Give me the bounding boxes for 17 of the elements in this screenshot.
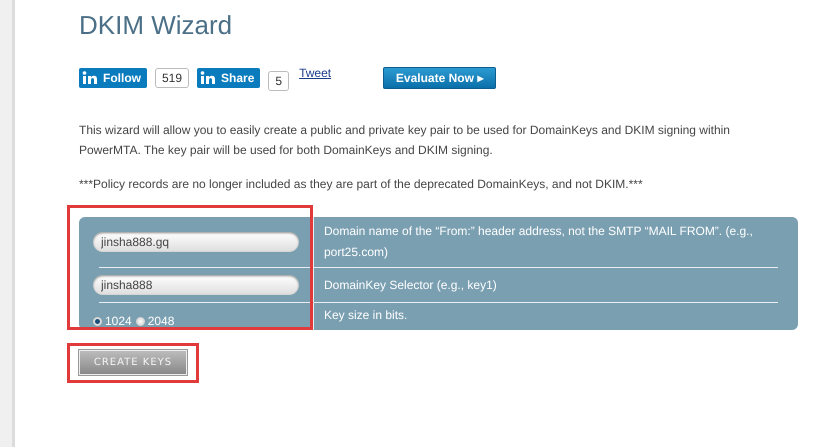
policy-note: ***Policy records are no longer included as they are part of the deprecated DomainKeys, and not DKIM.***	[79, 176, 644, 193]
share-count: 5	[268, 71, 290, 91]
share-count: 519	[155, 68, 190, 88]
page-title: DKIM Wizard	[79, 10, 234, 42]
text-field[interactable]: jinsha888	[93, 275, 299, 295]
linkedin-button[interactable]: Share	[197, 68, 260, 88]
evaluate-button[interactable]: Evaluate Now ▸	[383, 67, 496, 89]
key-size-radio[interactable]: 2048	[136, 314, 174, 328]
field-help: Domain name of the “From:” header address, not the SMTP “MAIL FROM”. (e.g., port25.com)	[324, 223, 754, 261]
linkedin-button[interactable]: Follow	[79, 68, 147, 88]
intro-paragraph: This wizard will allow you to easily create a public and private key pair to be used for DomainKeys and DKIM signing within PowerMTA. The key pair will be used for both DomainKeys and DKIM signing.	[79, 122, 731, 159]
key-size-radio[interactable]: 1024	[93, 314, 132, 328]
tweet-link[interactable]: Tweet	[299, 66, 332, 80]
text-field[interactable]: jinsha888.gq	[93, 232, 299, 252]
field-help: Key size in bits.	[324, 307, 408, 324]
field-help: DomainKey Selector (e.g., key1)	[324, 276, 497, 294]
linkedin-icon	[80, 70, 100, 86]
